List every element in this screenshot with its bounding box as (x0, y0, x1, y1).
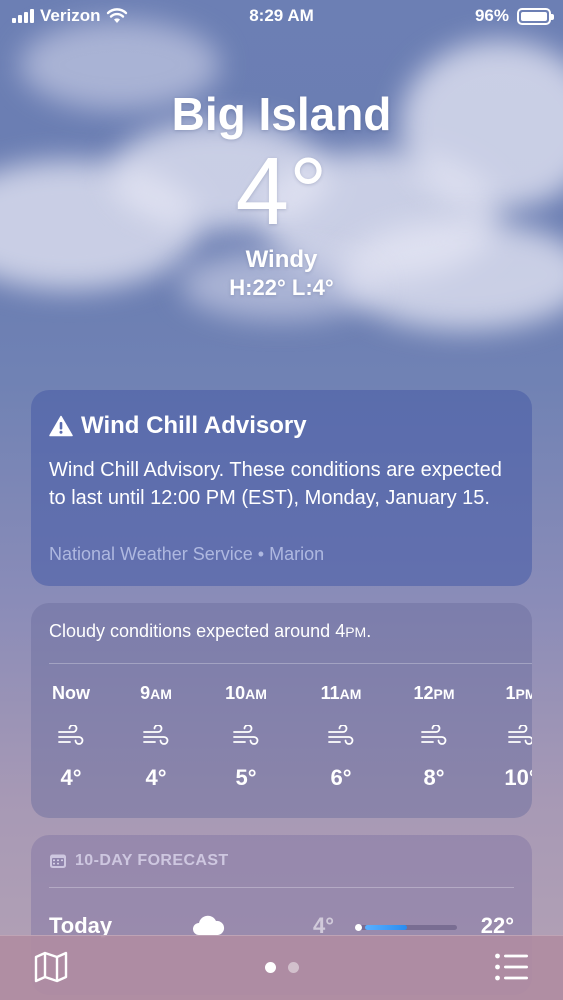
hour-column: 12PM 8° (399, 683, 469, 791)
hourly-summary: Cloudy conditions expected around 4PM. (49, 621, 371, 642)
hour-label: Now (52, 683, 90, 703)
hour-temp: 8° (423, 765, 445, 790)
alert-body: Wind Chill Advisory. These conditions ar… (49, 459, 502, 509)
hour-label: 10AM (225, 683, 267, 703)
hour-temp: 5° (235, 765, 257, 790)
hour-temp: 4° (60, 765, 82, 790)
wind-icon (211, 725, 281, 751)
high-low: H:22° L:4° (229, 275, 334, 300)
hour-column: Now 4° (36, 683, 106, 791)
hour-label: 1PM (505, 683, 532, 703)
hourly-forecast-card[interactable]: Cloudy conditions expected around 4PM. N… (31, 603, 532, 818)
calendar-icon (50, 854, 66, 868)
divider (49, 887, 514, 888)
weather-header: Big Island 4° Windy H:22° L:4° (0, 86, 563, 302)
current-condition: Windy (245, 246, 318, 273)
alert-title: Wind Chill Advisory (81, 412, 307, 439)
page-dot[interactable] (287, 962, 299, 973)
hour-column: 9AM 4° (121, 683, 191, 791)
hour-temp: 4° (145, 765, 167, 790)
current-temperature: 4° (235, 138, 328, 245)
hour-temp: 10° (504, 765, 532, 790)
forecast-header: 10-DAY FORECAST (75, 852, 229, 869)
battery-percent: 96% (474, 6, 509, 25)
alert-source[interactable]: National Weather Service • Marion (49, 544, 324, 565)
temperature-range-bar (355, 924, 457, 931)
summary-end: . (366, 621, 372, 641)
list-button[interactable] (494, 952, 530, 982)
bottom-toolbar (0, 935, 563, 1000)
hour-label: 9AM (140, 683, 172, 703)
hour-column: 1PM 10° (486, 683, 532, 791)
battery-icon (517, 7, 554, 25)
hour-temp: 6° (330, 765, 352, 790)
divider (49, 663, 532, 664)
wind-icon (36, 725, 106, 751)
page-indicator[interactable] (0, 962, 563, 973)
hour-column: 11AM 6° (306, 683, 376, 791)
wind-icon (486, 725, 532, 751)
status-bar: Verizon 8:29 AM 96% (0, 0, 563, 34)
list-icon (495, 953, 528, 981)
wind-chill-alert-card[interactable]: Wind Chill Advisory Wind Chill Advisory.… (31, 390, 532, 586)
wind-icon (306, 725, 376, 751)
wind-icon (121, 725, 191, 751)
hour-column: 10AM 5° (211, 683, 281, 791)
current-temp-dot (355, 924, 362, 931)
page-dot-active[interactable] (264, 962, 276, 973)
hour-label: 11AM (320, 683, 362, 703)
summary-text: Cloudy conditions expected around 4 (49, 621, 346, 641)
city-name: Big Island (171, 88, 392, 140)
wind-icon (399, 725, 469, 751)
summary-suffix: PM (345, 624, 367, 640)
hour-label: 12PM (413, 683, 455, 703)
warning-icon (49, 415, 73, 437)
